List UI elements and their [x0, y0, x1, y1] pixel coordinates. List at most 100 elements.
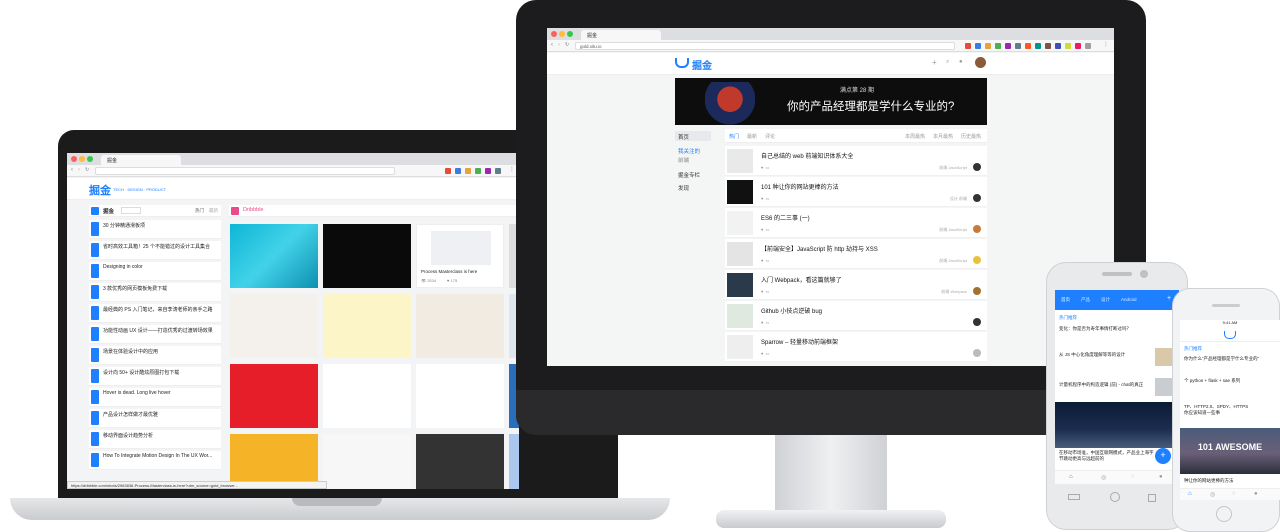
- list-item[interactable]: Hover is dead. Long live hover: [89, 388, 221, 407]
- sidebar-item-column[interactable]: 掘金专栏: [678, 171, 700, 179]
- tab-latest[interactable]: 最新: [747, 133, 757, 140]
- article-row[interactable]: ES6 的二三事 (一) ♥ ▭ 前端 JavaScript: [725, 208, 987, 238]
- article-row[interactable]: Sparrow – 轻量移动前端框架 ♥ ▭: [725, 332, 987, 362]
- author-avatar[interactable]: [973, 256, 981, 264]
- profile-icon[interactable]: ●: [1159, 474, 1163, 480]
- sidebar-item-discover[interactable]: 发现: [678, 184, 689, 192]
- tab-month-hot[interactable]: 本月最热: [933, 133, 953, 140]
- shot-tile[interactable]: [230, 224, 318, 288]
- author-avatar[interactable]: [973, 225, 981, 233]
- article-row[interactable]: 【前端安全】JavaScript 防 http 劫持与 XSS ♥ ▭ 前端 Ja…: [725, 239, 987, 269]
- shot-tile[interactable]: [416, 434, 504, 489]
- tab-week-hot[interactable]: 本周最热: [905, 133, 925, 140]
- sidebar-item-frontend[interactable]: 前端: [678, 156, 689, 164]
- extension-icon[interactable]: [455, 168, 461, 174]
- maximize-window-icon[interactable]: [87, 156, 93, 162]
- brand-logo[interactable]: 掘金: [89, 182, 111, 198]
- extension-icon[interactable]: [985, 43, 991, 49]
- author-avatar[interactable]: [973, 287, 981, 295]
- author-avatar[interactable]: [973, 194, 981, 202]
- extension-icon[interactable]: [1085, 43, 1091, 49]
- article-title[interactable]: 101 种让你的网站更棒的方法: [761, 182, 931, 191]
- list-item[interactable]: 功能性动画 UX 设计——打造优秀的过渡转场效果: [89, 325, 221, 344]
- menu-icon[interactable]: ⋮: [1103, 41, 1109, 48]
- shot-tile[interactable]: [416, 364, 504, 428]
- reload-icon[interactable]: ↻: [85, 167, 89, 173]
- android-recents-icon[interactable]: [1148, 494, 1156, 502]
- extension-icon[interactable]: [995, 43, 1001, 49]
- author-avatar[interactable]: [973, 349, 981, 357]
- list-item[interactable]: 计量机程序中的构造逻辑 (前) - chat的真正: [1059, 382, 1151, 388]
- article-title[interactable]: 自己总结的 web 前端知识体系大全: [761, 151, 931, 160]
- extension-icon[interactable]: [1005, 43, 1011, 49]
- article-row[interactable]: 入门 Webpack，看这篇就够了 ♥ ▭ 前端 Webpack: [725, 270, 987, 300]
- list-item[interactable]: 30 分钟精通滑板项: [89, 220, 221, 239]
- shot-tile[interactable]: [230, 364, 318, 428]
- list-item[interactable]: 最经典的 PS 入门笔记，来自李涛老师的亲手之路: [89, 304, 221, 323]
- shot-tile-featured[interactable]: Process Masterclass is here 👁 2534 ♥ 175: [416, 224, 504, 288]
- tab-latest[interactable]: 最新: [209, 208, 218, 214]
- extension-icon[interactable]: [1035, 43, 1041, 49]
- reload-icon[interactable]: ↻: [565, 42, 569, 48]
- tab-product[interactable]: 产品: [1081, 297, 1090, 303]
- article-title[interactable]: Github 小技点逆破 bug: [761, 306, 931, 315]
- promo-banner[interactable]: 满点第 28 期 你的产品经理都是学什么专业的?: [675, 78, 987, 125]
- search-icon[interactable]: ⌕: [946, 59, 949, 66]
- extension-icon[interactable]: [1045, 43, 1051, 49]
- close-window-icon[interactable]: [551, 31, 557, 37]
- extension-icon[interactable]: [1075, 43, 1081, 49]
- tab-home[interactable]: 首页: [1061, 297, 1070, 303]
- list-item[interactable]: 设计向 50+ 设计酷炫原图打包下载: [89, 367, 221, 386]
- back-icon[interactable]: ‹: [71, 167, 73, 173]
- tab-all-time-hot[interactable]: 历史最热: [961, 133, 981, 140]
- home-icon[interactable]: ⌂: [1188, 491, 1192, 497]
- avatar[interactable]: [975, 57, 986, 68]
- list-item[interactable]: How To Integrate Motion Design In The UX…: [89, 451, 221, 470]
- author-avatar[interactable]: [973, 318, 981, 326]
- extension-icon[interactable]: [1055, 43, 1061, 49]
- shot-tile[interactable]: [323, 224, 411, 288]
- list-item[interactable]: 产品设计怎样做才最优雅: [89, 409, 221, 428]
- extension-icon[interactable]: [965, 43, 971, 49]
- list-item[interactable]: 从 JS 中心化角度理解等等的设计: [1059, 352, 1151, 358]
- maximize-window-icon[interactable]: [567, 31, 573, 37]
- add-icon[interactable]: +: [1167, 295, 1171, 302]
- tab-hot[interactable]: 热门: [195, 208, 204, 214]
- list-item[interactable]: 变化：你是否为寿年事情打断过吗？: [1059, 326, 1171, 332]
- add-icon[interactable]: +: [932, 58, 937, 67]
- article-row[interactable]: 自己总结的 web 前端知识体系大全 ♥ ▭ 前端 JavaScript: [725, 146, 987, 176]
- notification-icon[interactable]: ◌: [1232, 491, 1236, 497]
- list-item[interactable]: TP、HTTP2.0、SPDY、HTTPS 你应该知道一些事: [1184, 404, 1276, 416]
- iphone-home-button[interactable]: [1216, 506, 1232, 522]
- brand-logo[interactable]: 掘金: [692, 57, 712, 72]
- android-home-icon[interactable]: [1110, 492, 1120, 502]
- article-title[interactable]: Sparrow – 轻量移动前端框架: [761, 337, 931, 346]
- minimize-window-icon[interactable]: [79, 156, 85, 162]
- notification-icon[interactable]: ◌: [1131, 474, 1135, 480]
- list-item[interactable]: 在移动市场准，中国互联网模式，产品业上海字节跳动更高与远超前的: [1059, 450, 1155, 462]
- article-title[interactable]: 入门 Webpack，看这篇就够了: [761, 275, 931, 284]
- shot-tile[interactable]: [323, 294, 411, 358]
- list-item[interactable]: 个 python + flask + sae 系列: [1184, 378, 1276, 384]
- extension-icon[interactable]: [975, 43, 981, 49]
- article-row[interactable]: 101 种让你的网站更棒的方法 ♥ ▭ 设计 前端: [725, 177, 987, 207]
- extension-icon[interactable]: [475, 168, 481, 174]
- article-title[interactable]: ES6 的二三事 (一): [761, 213, 931, 222]
- list-item[interactable]: 你为什么“产品经理都是学什么专业的”: [1184, 356, 1274, 362]
- close-window-icon[interactable]: [71, 156, 77, 162]
- explore-icon[interactable]: ◎: [1101, 474, 1106, 481]
- extension-icon[interactable]: [495, 168, 501, 174]
- list-item[interactable]: 移动界面设计趋势分析: [89, 430, 221, 449]
- browser-tab[interactable]: 掘金: [581, 30, 661, 40]
- address-bar[interactable]: gold.xitu.io: [575, 42, 955, 50]
- list-item[interactable]: 省时高效工具箱！25 个不能错过的设计工具集合: [89, 241, 221, 260]
- extension-icon[interactable]: [465, 168, 471, 174]
- left-panel-filter[interactable]: [121, 207, 141, 214]
- profile-icon[interactable]: ●: [1254, 491, 1258, 497]
- article-row[interactable]: Github 小技点逆破 bug ♥ ▭: [725, 301, 987, 331]
- android-back-icon[interactable]: [1068, 494, 1080, 500]
- back-icon[interactable]: ‹: [551, 42, 553, 48]
- author-avatar[interactable]: [973, 163, 981, 171]
- sidebar-item-following[interactable]: 我关注的: [678, 147, 700, 155]
- hero-image[interactable]: [1055, 402, 1179, 448]
